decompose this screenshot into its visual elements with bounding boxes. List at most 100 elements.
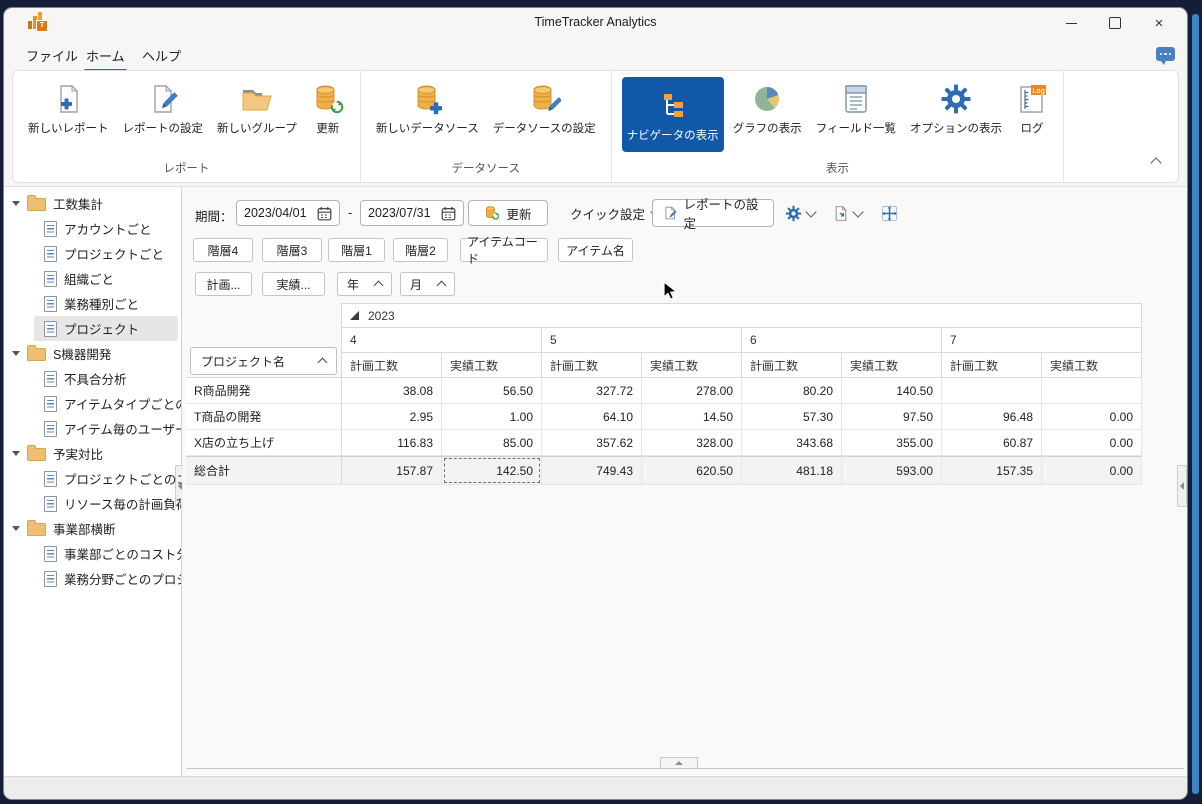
tree-report-selected[interactable]: プロジェクト bbox=[4, 316, 181, 341]
close-button[interactable]: × bbox=[1137, 8, 1181, 38]
tree-report[interactable]: プロジェクトごと bbox=[4, 241, 181, 266]
field-chip[interactable]: アイテムコード bbox=[460, 235, 548, 266]
collapse-year-icon[interactable] bbox=[350, 311, 359, 320]
row-header[interactable]: X店の立ち上げ bbox=[186, 430, 342, 456]
data-cell[interactable]: 60.87 bbox=[942, 430, 1042, 456]
new-group-button[interactable]: 新しいグループ bbox=[212, 77, 302, 138]
field-chip[interactable]: 階層3 bbox=[262, 238, 322, 262]
data-cell[interactable]: 593.00 bbox=[842, 456, 942, 485]
expand-arrow-icon[interactable] bbox=[12, 451, 20, 456]
tree-report[interactable]: アイテムタイプごとの予実管 bbox=[4, 391, 181, 416]
data-cell[interactable]: 620.50 bbox=[642, 456, 742, 485]
tree-report[interactable]: 不具合分析 bbox=[4, 366, 181, 391]
refresh-button[interactable]: 更新 bbox=[306, 77, 350, 138]
data-cell[interactable]: 57.30 bbox=[742, 404, 842, 430]
show-navigator-button[interactable]: ナビゲータの表示 bbox=[621, 77, 724, 152]
expand-arrow-icon[interactable] bbox=[12, 526, 20, 531]
tree-report[interactable]: プロジェクトごとのコスト bbox=[4, 466, 181, 491]
data-cell[interactable]: 749.43 bbox=[542, 456, 642, 485]
tree-report[interactable]: リソース毎の計画負荷状 bbox=[4, 491, 181, 516]
tree-folder[interactable]: 予実対比 bbox=[4, 441, 181, 466]
tree-report[interactable]: 業務種別ごと bbox=[4, 291, 181, 316]
data-cell[interactable]: 116.83 bbox=[342, 430, 442, 456]
field-chip[interactable]: 階層2 bbox=[393, 238, 448, 262]
data-cell[interactable]: 0.00 bbox=[1042, 430, 1142, 456]
expand-arrow-icon[interactable] bbox=[12, 351, 20, 356]
menu-home[interactable]: ホーム bbox=[80, 42, 131, 72]
year-group-header[interactable]: 2023 bbox=[342, 303, 1142, 328]
measure-header[interactable]: 計画工数 bbox=[542, 353, 642, 378]
minimize-button[interactable] bbox=[1049, 8, 1093, 38]
data-cell[interactable]: 481.18 bbox=[742, 456, 842, 485]
data-cell[interactable]: 0.00 bbox=[1042, 456, 1142, 485]
data-cell[interactable]: 38.08 bbox=[342, 378, 442, 404]
show-options-button[interactable]: オプションの表示 bbox=[905, 77, 1007, 138]
fit-view-button[interactable] bbox=[880, 200, 899, 226]
calendar-icon[interactable] bbox=[317, 206, 332, 221]
new-datasource-button[interactable]: 新しいデータソース bbox=[371, 77, 484, 138]
measure-header[interactable]: 実績工数 bbox=[642, 353, 742, 378]
row-header[interactable]: R商品開発 bbox=[186, 378, 342, 404]
data-cell[interactable]: 2.95 bbox=[342, 404, 442, 430]
data-cell[interactable]: 157.35 bbox=[942, 456, 1042, 485]
year-sort-chip[interactable]: 年 bbox=[337, 272, 392, 296]
selected-data-cell[interactable]: 142.50 bbox=[442, 456, 542, 485]
data-cell[interactable]: 80.20 bbox=[742, 378, 842, 404]
quick-settings-dropdown[interactable]: クイック設定 bbox=[570, 200, 662, 226]
tree-report[interactable]: 組織ごと bbox=[4, 266, 181, 291]
field-chip[interactable]: 階層1 bbox=[328, 238, 385, 262]
settings-dropdown[interactable] bbox=[785, 200, 817, 226]
data-cell[interactable] bbox=[1042, 378, 1142, 404]
measure-chip[interactable]: 計画... bbox=[195, 272, 252, 296]
tree-folder[interactable]: S機器開発 bbox=[4, 341, 181, 366]
data-cell[interactable]: 1.00 bbox=[442, 404, 542, 430]
menu-help[interactable]: ヘルプ bbox=[136, 42, 187, 69]
show-chart-button[interactable]: グラフの表示 bbox=[728, 77, 807, 138]
report-settings-button[interactable]: レポートの設定 bbox=[118, 77, 209, 138]
data-cell[interactable]: 327.72 bbox=[542, 378, 642, 404]
month-sort-chip[interactable]: 月 bbox=[400, 272, 455, 296]
export-dropdown[interactable] bbox=[833, 200, 864, 226]
data-cell[interactable]: 96.48 bbox=[942, 404, 1042, 430]
measure-header[interactable]: 実績工数 bbox=[1042, 353, 1142, 378]
feedback-chat-icon[interactable] bbox=[1156, 47, 1175, 65]
panel-collapse-button[interactable] bbox=[660, 757, 698, 769]
expand-arrow-icon[interactable] bbox=[12, 201, 20, 206]
row-header[interactable]: T商品の開発 bbox=[186, 404, 342, 430]
month-header[interactable]: 4 bbox=[342, 328, 542, 353]
data-cell[interactable]: 278.00 bbox=[642, 378, 742, 404]
total-row-header[interactable]: 総合計 bbox=[186, 456, 342, 485]
right-panel-handle[interactable] bbox=[1177, 465, 1187, 507]
data-cell[interactable]: 85.00 bbox=[442, 430, 542, 456]
field-chip[interactable]: アイテム名 bbox=[558, 238, 633, 262]
data-cell[interactable]: 64.10 bbox=[542, 404, 642, 430]
tree-report[interactable]: 業務分野ごとのプロジェク bbox=[4, 566, 181, 591]
maximize-button[interactable] bbox=[1093, 8, 1137, 38]
data-cell[interactable]: 97.50 bbox=[842, 404, 942, 430]
menu-file[interactable]: ファイル bbox=[20, 42, 84, 69]
month-header[interactable]: 6 bbox=[742, 328, 942, 353]
log-button[interactable]: Log ログ bbox=[1011, 77, 1053, 138]
datasource-settings-button[interactable]: データソースの設定 bbox=[488, 77, 601, 138]
data-cell[interactable]: 0.00 bbox=[1042, 404, 1142, 430]
tree-report[interactable]: 事業部ごとのコスト分析 bbox=[4, 541, 181, 566]
tree-folder[interactable]: 事業部横断 bbox=[4, 516, 181, 541]
month-header[interactable]: 7 bbox=[942, 328, 1142, 353]
tree-folder[interactable]: 工数集計 bbox=[4, 191, 181, 216]
refresh-data-button[interactable]: 更新 bbox=[468, 200, 548, 226]
data-cell[interactable] bbox=[942, 378, 1042, 404]
calendar-icon[interactable] bbox=[441, 206, 456, 221]
data-cell[interactable]: 14.50 bbox=[642, 404, 742, 430]
row-field-chip[interactable]: プロジェクト名 bbox=[190, 347, 337, 375]
measure-header[interactable]: 計画工数 bbox=[942, 353, 1042, 378]
measure-chip[interactable]: 実績... bbox=[262, 272, 325, 296]
field-list-button[interactable]: フィールド一覧 bbox=[811, 77, 901, 138]
report-settings-toolbar-button[interactable]: レポートの設定 bbox=[652, 198, 774, 231]
measure-header[interactable]: 計画工数 bbox=[342, 353, 442, 378]
new-report-button[interactable]: 新しいレポート bbox=[23, 77, 114, 138]
date-to-input[interactable]: 2023/07/31 bbox=[360, 200, 464, 226]
tree-report[interactable]: アイテム毎のユーザーの予 bbox=[4, 416, 181, 441]
ribbon-collapse-button[interactable] bbox=[1150, 154, 1162, 172]
tree-report[interactable]: アカウントごと bbox=[4, 216, 181, 241]
field-chip[interactable]: 階層4 bbox=[193, 238, 253, 262]
